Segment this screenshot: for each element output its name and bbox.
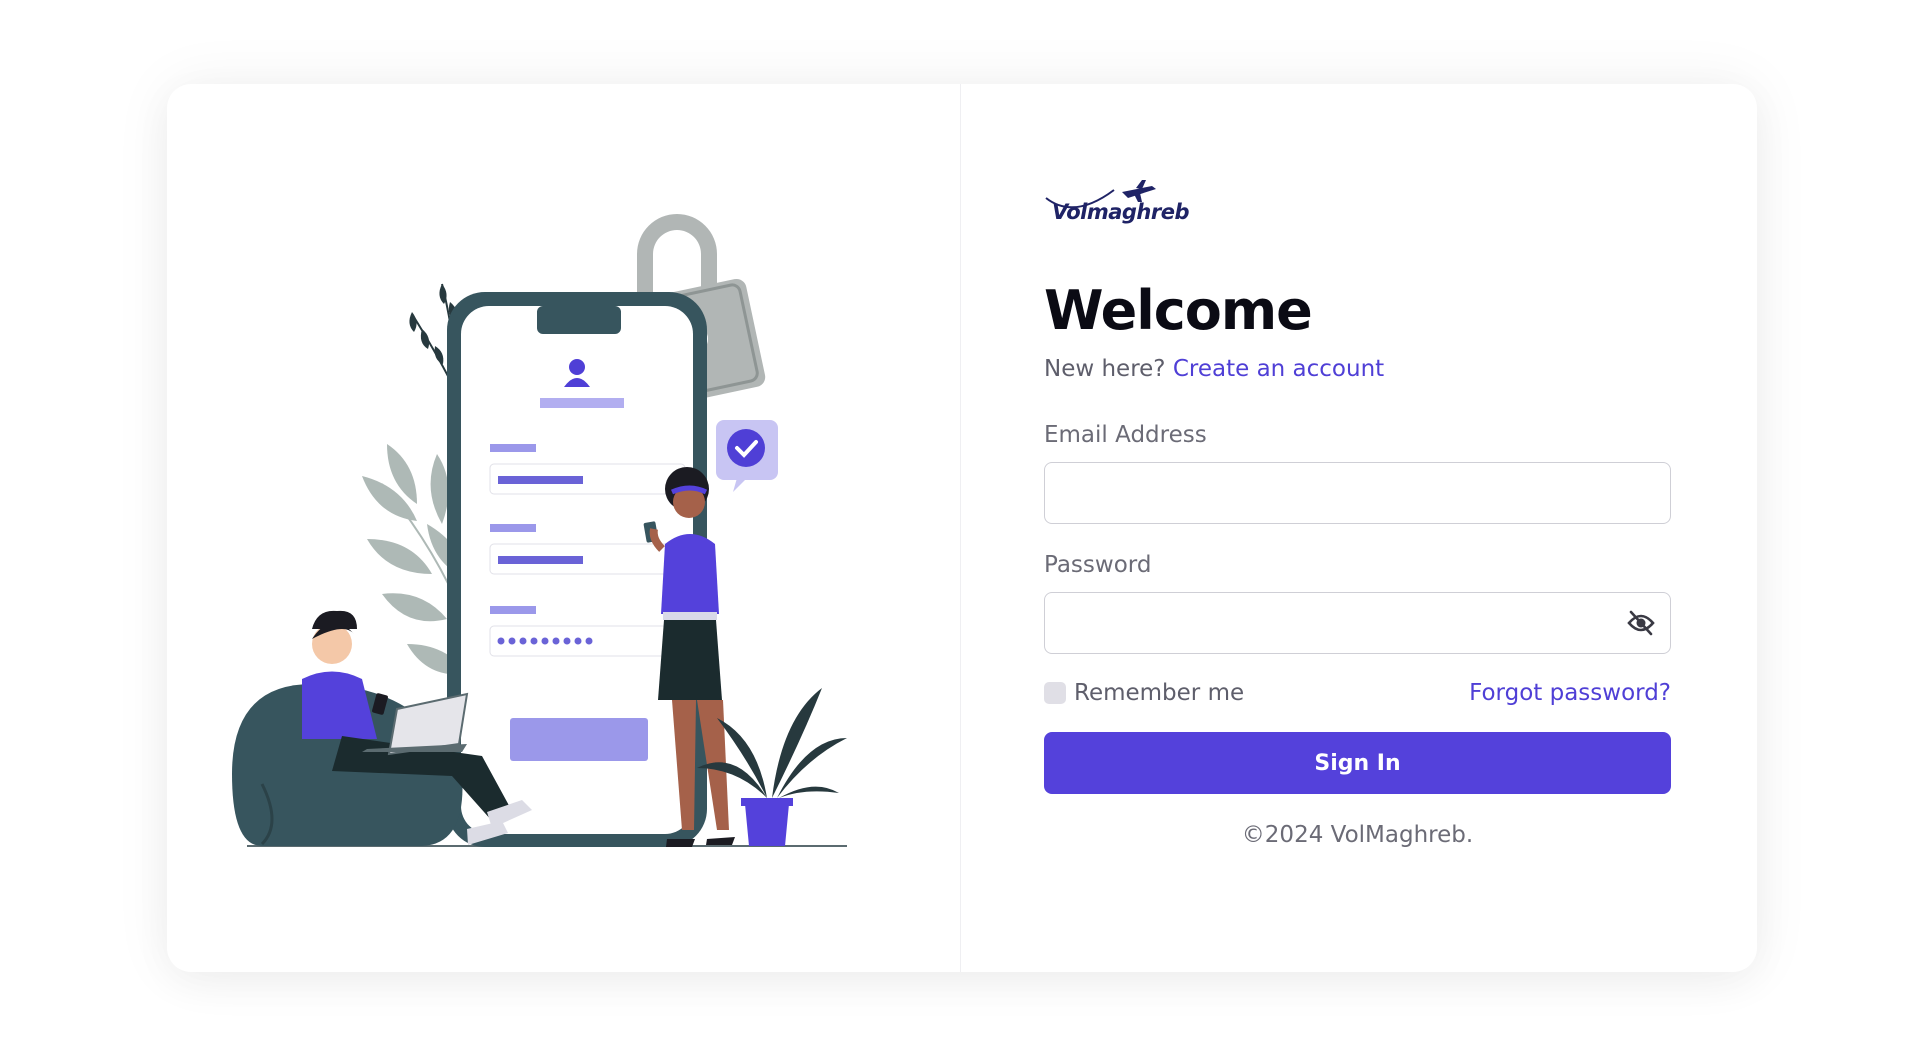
page-title: Welcome bbox=[1044, 279, 1313, 342]
brand-logo-text: Volmaghreb bbox=[1052, 200, 1190, 224]
brand-logo: Volmaghreb bbox=[1044, 180, 1190, 234]
email-label: Email Address bbox=[1044, 422, 1207, 448]
sign-in-button[interactable]: Sign In bbox=[1044, 732, 1671, 794]
password-field-wrapper bbox=[1044, 592, 1671, 654]
login-card: Volmaghreb Welcome New here? Create an a… bbox=[167, 84, 1757, 972]
eye-off-icon[interactable] bbox=[1626, 609, 1656, 637]
remember-label: Remember me bbox=[1074, 680, 1245, 706]
form-options-row: Remember me Forgot password? bbox=[1044, 680, 1671, 706]
login-illustration bbox=[232, 214, 847, 847]
remember-checkbox[interactable] bbox=[1044, 682, 1066, 704]
signup-prompt: New here? Create an account bbox=[1044, 356, 1671, 382]
login-form: Volmaghreb Welcome New here? Create an a… bbox=[1044, 180, 1671, 848]
email-field[interactable] bbox=[1045, 463, 1641, 521]
email-field-wrapper bbox=[1044, 462, 1671, 524]
password-label: Password bbox=[1044, 552, 1152, 578]
create-account-link[interactable]: Create an account bbox=[1173, 356, 1384, 382]
new-here-text: New here? bbox=[1044, 356, 1166, 382]
remember-me: Remember me bbox=[1044, 680, 1244, 706]
illustration-panel bbox=[167, 84, 961, 972]
check-icon bbox=[716, 420, 778, 492]
forgot-password-link[interactable]: Forgot password? bbox=[1469, 680, 1671, 706]
password-field[interactable] bbox=[1045, 593, 1641, 651]
form-panel: Volmaghreb Welcome New here? Create an a… bbox=[961, 84, 1757, 972]
copyright-text: ©2024 VolMaghreb. bbox=[1241, 822, 1474, 848]
